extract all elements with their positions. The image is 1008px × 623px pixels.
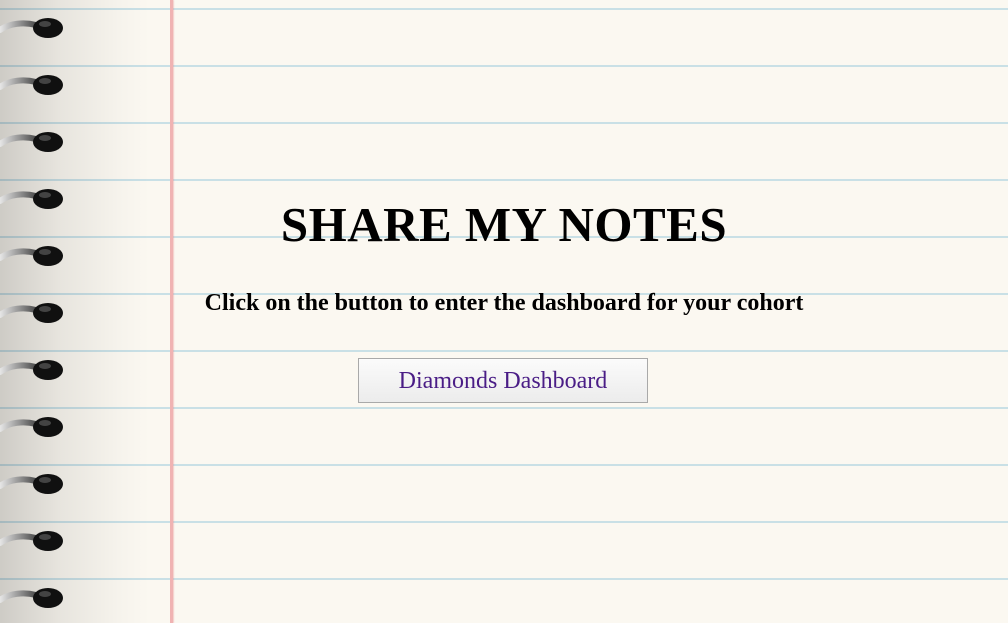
binding-ring-icon: [0, 414, 66, 440]
binding-ring-icon: [0, 15, 66, 41]
binding-ring-icon: [0, 471, 66, 497]
page-instructions: Click on the button to enter the dashboa…: [204, 290, 804, 316]
binding-ring-icon: [0, 129, 66, 155]
binding-ring-icon: [0, 585, 66, 611]
binding-ring-icon: [0, 72, 66, 98]
page-title: SHARE MY NOTES: [280, 197, 728, 252]
binding-ring-icon: [0, 357, 66, 383]
binding-ring-icon: [0, 528, 66, 554]
diamonds-dashboard-button[interactable]: Diamonds Dashboard: [358, 358, 648, 403]
